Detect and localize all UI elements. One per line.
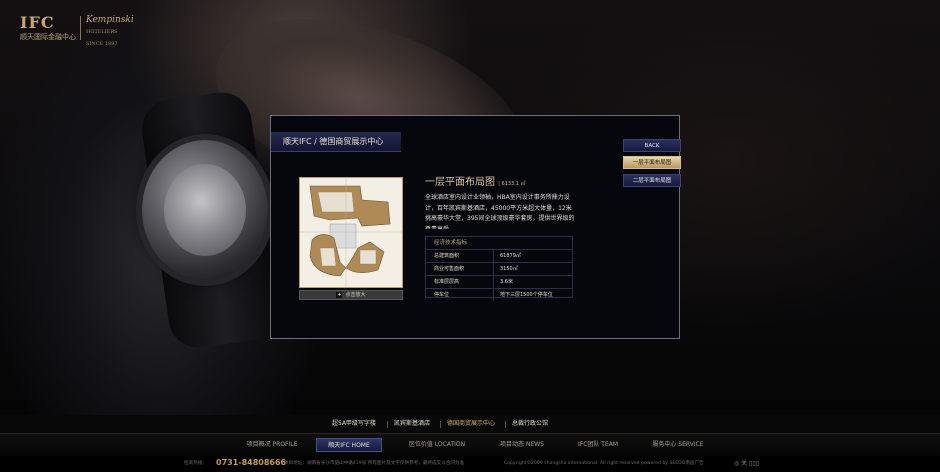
- logo-divider: [80, 16, 81, 40]
- hotline-phone: 0731-84808666: [216, 458, 287, 467]
- table-row: 商业可售面积 3150㎡: [426, 263, 572, 276]
- floor-plan-thumbnail[interactable]: [299, 177, 403, 288]
- back-button[interactable]: BACK: [623, 139, 681, 152]
- hotline-label: 招商热线：: [184, 461, 207, 466]
- floor-plan-drawing: [300, 178, 402, 287]
- panel-header-title: 顺天IFC / 德国商贸展示中心: [271, 132, 401, 152]
- table-key: 商业可售面积: [426, 263, 494, 275]
- subnav-divider: [440, 421, 441, 428]
- content-panel: 顺天IFC / 德国商贸展示中心 + 点击放大 一层平面布局图 | 6133.1 …: [270, 115, 680, 339]
- table-key: 总建筑面积: [426, 250, 494, 262]
- floor2-plan-button[interactable]: 二层平面布局图: [623, 174, 681, 187]
- floor-plan-description: 全球酒店室内设计业领袖，HBA室内设计事务所鼎力设计，百年凯宾斯基酒店，4500…: [425, 194, 575, 229]
- sub-navigation: 超5A甲级写字楼 凯宾斯基酒店 德国商贸展示中心 总裁行政公馆: [0, 415, 940, 433]
- table-row: 总建筑面积 61879㎡: [426, 250, 572, 263]
- kempinski-logo[interactable]: Kempinski HOTELIERS SINCE 1897: [86, 14, 134, 47]
- nav-team[interactable]: IFC团队 TEAM: [576, 438, 620, 452]
- subnav-item-showroom[interactable]: 德国商贸展示中心: [447, 415, 495, 433]
- floor-plan-area: | 6133.1 ㎡: [498, 181, 526, 187]
- floor-plan-title: 一层平面布局图 | 6133.1 ㎡: [425, 176, 605, 190]
- main-navigation: 项目概况 PROFILE 顺天IFC HOME 区位价值 LOCATION 项目…: [0, 433, 940, 456]
- footer: 招商热线： 0731-84808666 项目地址：湖南省长沙市韶山中路419号 …: [0, 456, 940, 472]
- nav-profile[interactable]: 项目概况 PROFILE: [246, 438, 298, 452]
- table-row: 停车位 地下三层1500个停车位: [426, 289, 572, 301]
- zoom-icon: +: [336, 291, 343, 298]
- subnav-item-office[interactable]: 超5A甲级写字楼: [332, 415, 376, 433]
- zoom-button-label: 点击放大: [345, 292, 366, 298]
- ifc-logo[interactable]: IFC 顺天国际金融中心: [20, 14, 76, 42]
- floor1-plan-button[interactable]: 一层平面布局图: [623, 156, 681, 169]
- footer-address: 项目地址：湖南省长沙市韶山中路419号 所有图片及文字仅供参考，最终成交以合同为…: [284, 461, 465, 466]
- table-key: 停车位: [426, 289, 494, 301]
- footer-icons[interactable]: ◎ 关 ▯▯▯: [734, 459, 759, 469]
- floor-plan-title-text: 一层平面布局图: [425, 177, 495, 188]
- ifc-logo-text: IFC: [20, 13, 55, 32]
- table-key: 标准层层高: [426, 276, 494, 288]
- tech-indicator-table: 经济技术指标 总建筑面积 61879㎡ 商业可售面积 3150㎡ 标准层层高 3…: [425, 236, 573, 301]
- subnav-item-hotel[interactable]: 凯宾斯基酒店: [394, 415, 430, 433]
- table-row: 标准层层高 3.6米: [426, 276, 572, 289]
- watch-image: [142, 140, 268, 280]
- zoom-button[interactable]: + 点击放大: [299, 290, 403, 300]
- table-value: 61879㎡: [500, 253, 521, 259]
- subnav-divider: [505, 421, 506, 428]
- table-value: 3.6米: [500, 279, 513, 285]
- table-value: 地下三层1500个停车位: [500, 292, 553, 298]
- kempinski-logo-text: Kempinski: [86, 15, 134, 25]
- ifc-logo-subtitle: 顺天国际金融中心: [20, 33, 76, 41]
- kempinski-logo-subtitle: HOTELIERS SINCE 1897: [86, 29, 118, 47]
- nav-service[interactable]: 服务中心 SERVICE: [650, 438, 706, 452]
- tech-table-title: 经济技术指标: [426, 237, 572, 250]
- nav-home[interactable]: 顺天IFC HOME: [316, 438, 382, 452]
- nav-location[interactable]: 区位价值 LOCATION: [406, 438, 468, 452]
- watch-dial: [164, 164, 246, 256]
- nav-news[interactable]: 项目动态 NEWS: [497, 438, 547, 452]
- table-value: 3150㎡: [500, 266, 518, 272]
- footer-copyright: Copyright©2009 changsha international. A…: [504, 461, 704, 466]
- subnav-divider: [387, 421, 388, 428]
- subnav-item-residence[interactable]: 总裁行政公馆: [512, 415, 548, 433]
